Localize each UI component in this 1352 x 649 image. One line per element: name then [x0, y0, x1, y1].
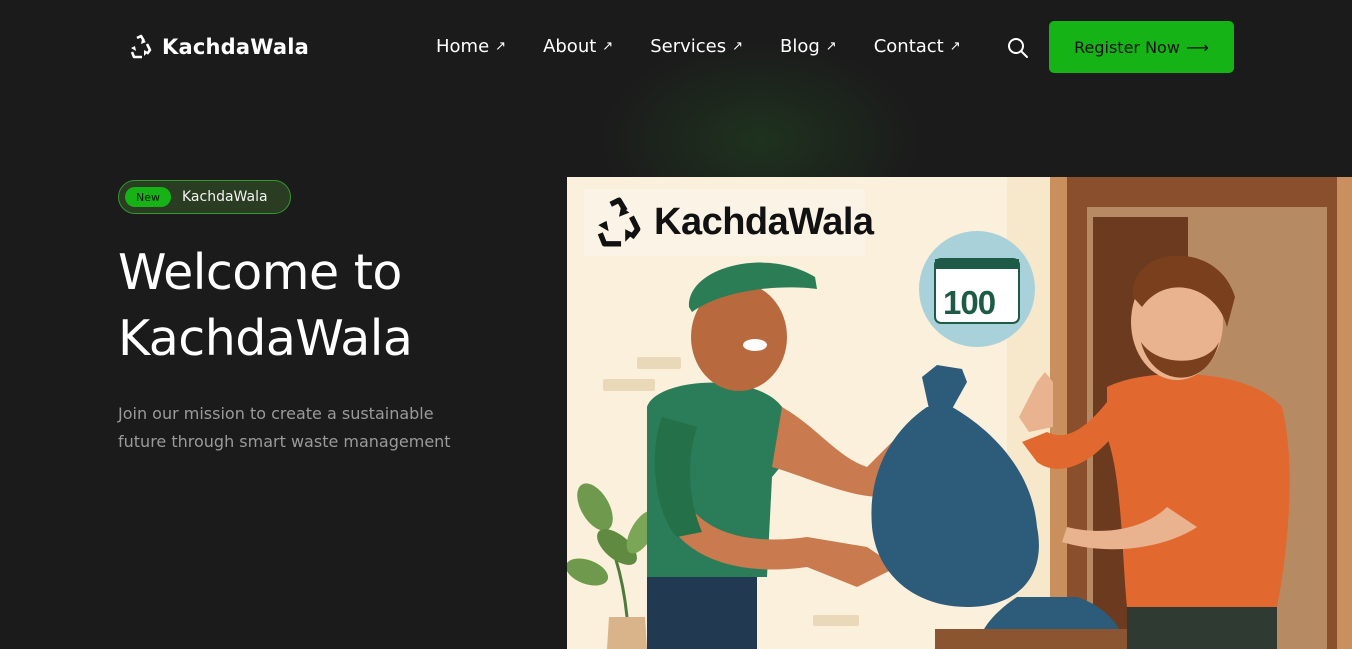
- register-now-button[interactable]: Register Now ⟶: [1049, 21, 1234, 73]
- nav-item-blog[interactable]: Blog ↗: [780, 36, 837, 57]
- hero-subtitle: Join our mission to create a sustainable…: [118, 404, 451, 451]
- hero-illustration: KachdaWala 100: [567, 177, 1352, 649]
- new-pill: New: [125, 187, 171, 207]
- arrow-up-right-icon: ↗: [949, 39, 961, 54]
- recycle-icon: [128, 34, 154, 60]
- recycle-icon: [592, 196, 646, 250]
- nav-item-label: Contact: [873, 36, 944, 57]
- search-icon[interactable]: [1006, 36, 1030, 60]
- nav-item-label: Services: [650, 36, 727, 57]
- badge-label: KachdaWala: [182, 189, 268, 205]
- brand-logo[interactable]: KachdaWala: [128, 34, 309, 60]
- nav-item-about[interactable]: About ↗: [543, 36, 613, 57]
- hero-badge: New KachdaWala: [118, 180, 291, 214]
- nav-item-label: Home: [436, 36, 490, 57]
- site-header: KachdaWala Home ↗ About ↗ Services ↗ Blo…: [0, 0, 1352, 96]
- illustration-logo-text: KachdaWala: [654, 201, 874, 243]
- arrow-up-right-icon: ↗: [495, 39, 507, 54]
- nav-item-contact[interactable]: Contact ↗: [874, 36, 961, 57]
- nav-item-label: Blog: [780, 36, 820, 57]
- arrow-up-right-icon: ↗: [602, 39, 614, 54]
- arrow-up-right-icon: ↗: [825, 39, 837, 54]
- nav-item-home[interactable]: Home ↗: [436, 36, 506, 57]
- main-nav: Home ↗ About ↗ Services ↗ Blog ↗ Contact…: [436, 36, 998, 57]
- arrow-up-right-icon: ↗: [732, 39, 743, 54]
- hero-title: Welcome to KachdaWala: [118, 244, 413, 367]
- arrow-right-icon: ⟶: [1185, 37, 1209, 57]
- calendar-number: 100: [943, 284, 996, 321]
- nav-item-label: About: [543, 36, 597, 57]
- brand-name: KachdaWala: [162, 35, 310, 59]
- illustration-logo: KachdaWala: [584, 189, 874, 256]
- register-button-label: Register Now: [1074, 37, 1180, 57]
- nav-item-services[interactable]: Services ↗: [650, 36, 743, 57]
